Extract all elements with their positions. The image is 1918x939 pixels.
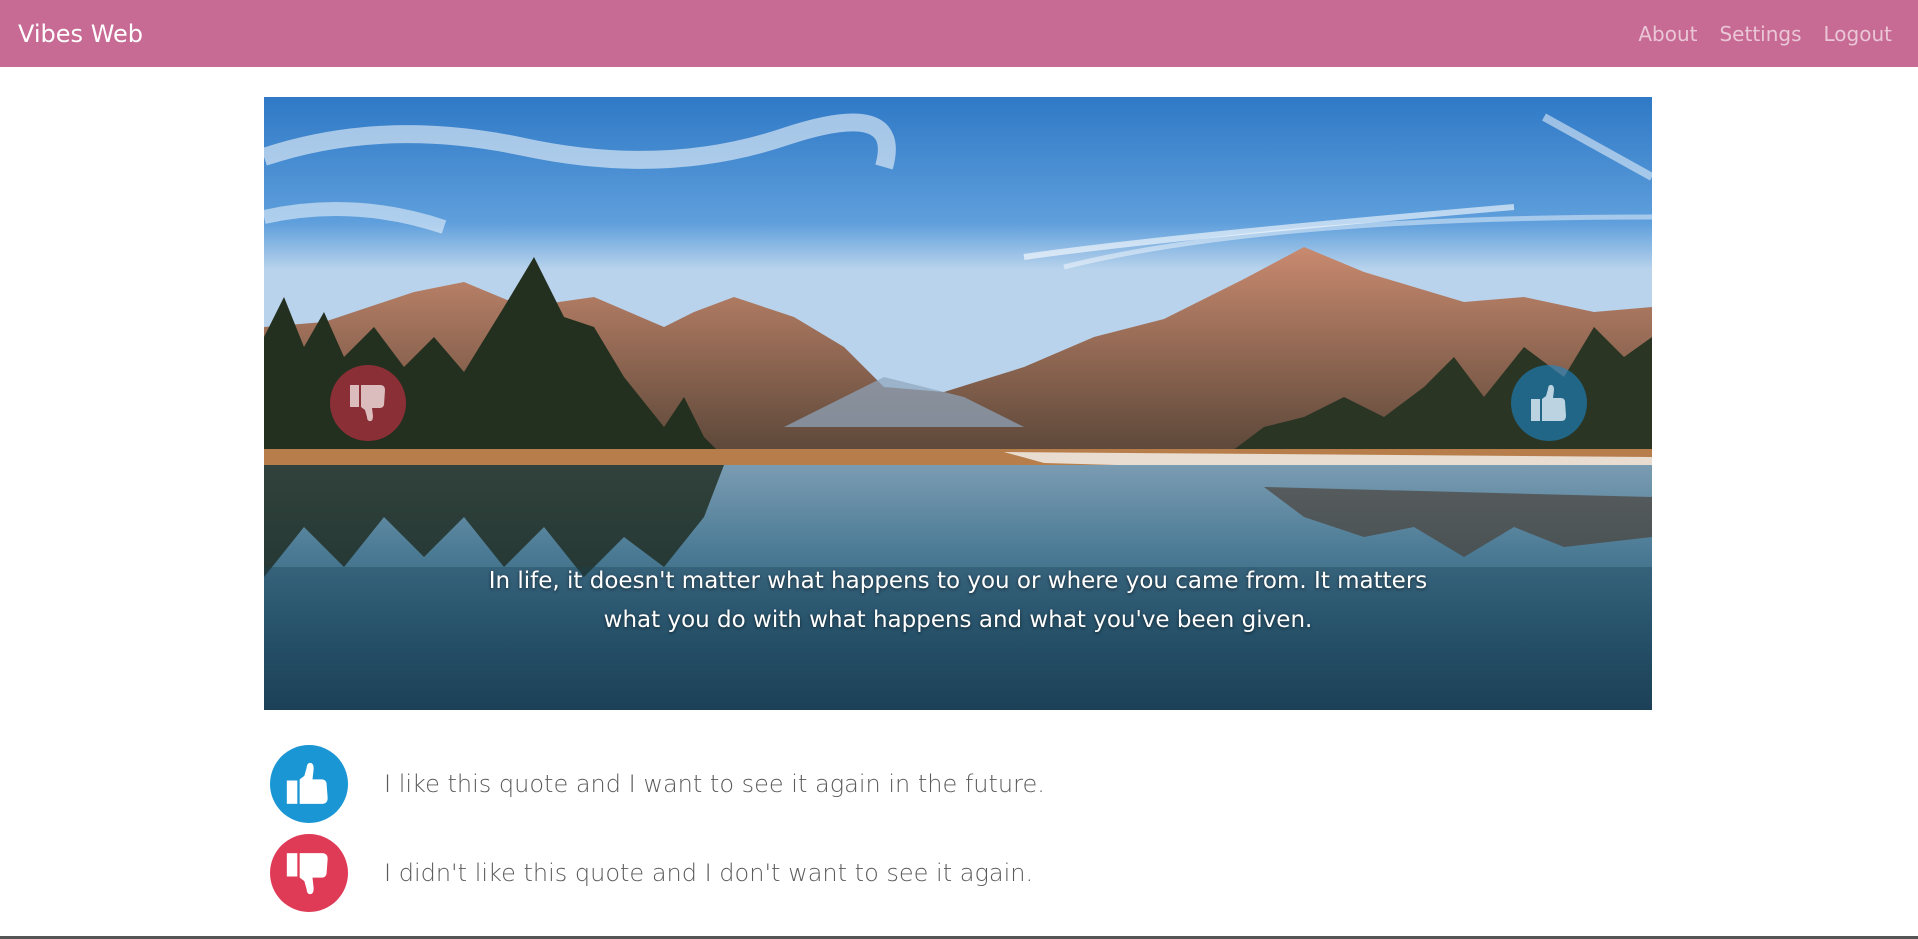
- brand-link[interactable]: Vibes Web: [18, 20, 143, 48]
- legend-like-row: I like this quote and I want to see it a…: [270, 744, 1045, 824]
- thumbs-up-icon: [270, 745, 348, 823]
- nav-settings-link[interactable]: Settings: [1719, 22, 1801, 46]
- quote-text: In life, it doesn't matter what happens …: [488, 568, 1428, 633]
- nav-links: About Settings Logout: [1638, 22, 1900, 46]
- like-button[interactable]: [1511, 365, 1587, 441]
- nav-about-link[interactable]: About: [1638, 22, 1697, 46]
- nav-logout-link[interactable]: Logout: [1824, 22, 1892, 46]
- legend-dislike-text: I didn't like this quote and I don't wan…: [384, 859, 1034, 887]
- legend-like-text: I like this quote and I want to see it a…: [384, 770, 1045, 798]
- dislike-button[interactable]: [330, 365, 406, 441]
- thumbs-down-icon: [350, 385, 385, 422]
- quote-card: In life, it doesn't matter what happens …: [264, 97, 1652, 710]
- legend-dislike-row: I didn't like this quote and I don't wan…: [270, 833, 1033, 913]
- thumbs-down-icon: [270, 834, 348, 912]
- thumbs-up-icon: [1531, 384, 1566, 421]
- navbar: Vibes Web About Settings Logout: [0, 0, 1918, 67]
